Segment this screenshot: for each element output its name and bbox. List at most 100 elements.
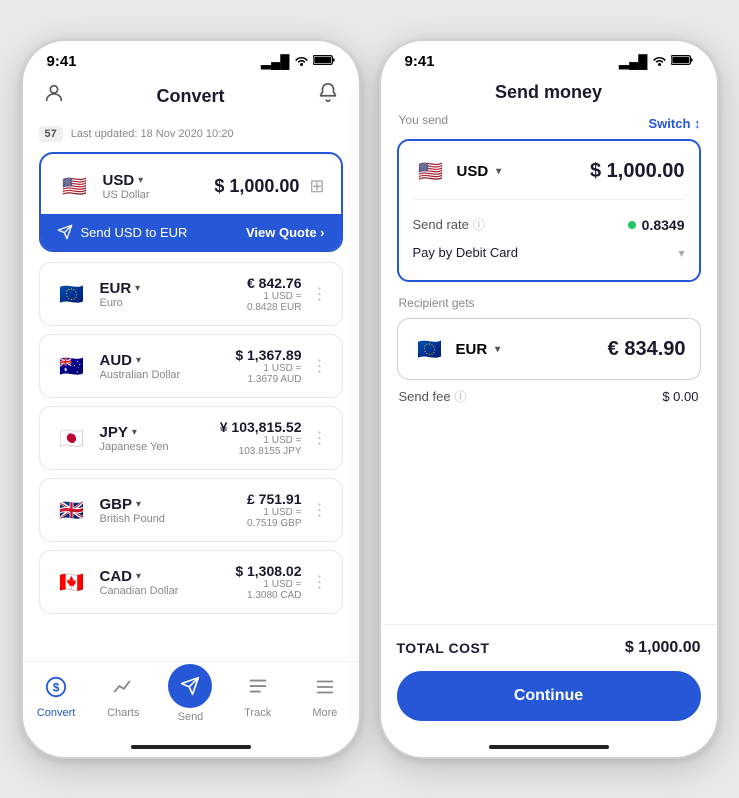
jpy-menu-icon[interactable]: ⋮ bbox=[312, 428, 328, 448]
recipient-currency-selector[interactable]: 🇪🇺 EUR ▾ bbox=[412, 331, 501, 367]
calculator-icon[interactable]: ⊞ bbox=[309, 176, 324, 197]
send-fee-value: $ 0.00 bbox=[662, 389, 698, 404]
view-quote-label[interactable]: View Quote › bbox=[246, 225, 325, 240]
cad-code: CAD bbox=[100, 568, 133, 585]
total-cost-label: TOTAL COST bbox=[397, 640, 490, 656]
recipient-currency-dropdown[interactable]: ▾ bbox=[495, 344, 500, 355]
cad-info: CAD ▾ Canadian Dollar bbox=[100, 568, 179, 597]
recipient-gets-label: Recipient gets bbox=[397, 296, 475, 310]
cad-amounts: $ 1,308.02 1 USD = 1.3080 CAD bbox=[235, 563, 301, 601]
gbp-right: £ 751.91 1 USD = 0.7519 GBP ⋮ bbox=[247, 491, 328, 529]
convert-nav-icon: $ bbox=[45, 676, 67, 704]
header-convert: Convert bbox=[23, 74, 359, 120]
screen-convert: Convert 57 Last updated: 18 Nov 2020 10:… bbox=[23, 74, 359, 757]
gbp-amounts: £ 751.91 1 USD = 0.7519 GBP bbox=[247, 491, 302, 529]
nav-item-track[interactable]: Track bbox=[233, 676, 283, 719]
main-currency-card[interactable]: 🇺🇸 USD ▾ US Dollar $ 1,000.00 bbox=[39, 152, 343, 252]
gbp-amount: £ 751.91 bbox=[247, 491, 302, 507]
send-rate-label: Send rate ⓘ bbox=[413, 216, 485, 233]
more-nav-label: More bbox=[312, 707, 337, 719]
eur-menu-icon[interactable]: ⋮ bbox=[312, 284, 328, 304]
home-bar-1 bbox=[131, 745, 251, 749]
nav-item-convert[interactable]: $ Convert bbox=[31, 676, 81, 719]
cad-menu-icon[interactable]: ⋮ bbox=[312, 572, 328, 592]
screen-send: Send money You send Switch ↕ bbox=[381, 74, 717, 757]
more-nav-icon bbox=[314, 676, 336, 704]
pay-method-chevron: ▾ bbox=[678, 246, 684, 260]
eur-amount: € 842.76 bbox=[247, 275, 302, 291]
jpy-code: JPY bbox=[100, 424, 128, 441]
home-indicator-2 bbox=[381, 737, 717, 757]
eur-rate: 1 USD = 0.8428 EUR bbox=[247, 291, 302, 313]
currency-item-gbp[interactable]: 🇬🇧 GBP ▾ British Pound £ bbox=[39, 478, 343, 542]
send-fee-row: Send fee ⓘ $ 0.00 bbox=[397, 380, 701, 413]
currency-item-jpy[interactable]: 🇯🇵 JPY ▾ Japanese Yen ¥ 1 bbox=[39, 406, 343, 470]
main-currency-left: 🇺🇸 USD ▾ US Dollar bbox=[57, 168, 150, 204]
currency-list: 🇪🇺 EUR ▾ Euro € 842.76 bbox=[39, 262, 343, 614]
send-rate-info-icon[interactable]: ⓘ bbox=[473, 216, 485, 233]
status-icons-1: ▂▄█ bbox=[261, 54, 334, 70]
aud-rate: 1 USD = 1.3679 AUD bbox=[235, 363, 301, 385]
profile-icon[interactable] bbox=[43, 82, 65, 110]
time-2: 9:41 bbox=[405, 53, 435, 70]
send-currency-dropdown[interactable]: ▾ bbox=[496, 166, 501, 177]
aud-right: $ 1,367.89 1 USD = 1.3679 AUD ⋮ bbox=[235, 347, 327, 385]
usd-dropdown-arrow[interactable]: ▾ bbox=[138, 175, 143, 186]
send-amount-row: 🇺🇸 USD ▾ $ 1,000.00 bbox=[413, 153, 685, 189]
home-indicator-1 bbox=[23, 737, 359, 757]
status-icons-2: ▂▄█ bbox=[619, 54, 692, 70]
cad-right: $ 1,308.02 1 USD = 1.3080 CAD ⋮ bbox=[235, 563, 327, 601]
usd-code: USD bbox=[103, 172, 135, 189]
jpy-amounts: ¥ 103,815.52 1 USD = 103.8155 JPY bbox=[220, 419, 302, 457]
cad-flag: 🇨🇦 bbox=[54, 564, 90, 600]
scene: 9:41 ▂▄█ Convert bbox=[1, 19, 739, 779]
gbp-menu-icon[interactable]: ⋮ bbox=[312, 500, 328, 520]
cad-left: 🇨🇦 CAD ▾ Canadian Dollar bbox=[54, 564, 179, 600]
bell-icon[interactable] bbox=[317, 82, 339, 110]
send-nav-label: Send bbox=[178, 711, 204, 723]
battery-icon-1 bbox=[313, 54, 335, 69]
switch-button[interactable]: Switch ↕ bbox=[648, 116, 700, 131]
jpy-flag: 🇯🇵 bbox=[54, 420, 90, 456]
wifi-icon-1 bbox=[294, 54, 309, 69]
send-currency-selector[interactable]: 🇺🇸 USD ▾ bbox=[413, 153, 502, 189]
aud-menu-icon[interactable]: ⋮ bbox=[312, 356, 328, 376]
send-amount-card: 🇺🇸 USD ▾ $ 1,000.00 Send rate ⓘ bbox=[397, 139, 701, 282]
continue-button[interactable]: Continue bbox=[397, 671, 701, 721]
currency-item-eur[interactable]: 🇪🇺 EUR ▾ Euro € 842.76 bbox=[39, 262, 343, 326]
send-rate-row: Send rate ⓘ 0.8349 bbox=[413, 210, 685, 239]
last-updated-text: Last updated: 18 Nov 2020 10:20 bbox=[71, 128, 234, 140]
currency-item-cad[interactable]: 🇨🇦 CAD ▾ Canadian Dollar bbox=[39, 550, 343, 614]
gbp-name: British Pound bbox=[100, 513, 165, 525]
nav-item-charts[interactable]: Charts bbox=[98, 676, 148, 719]
send-quote-bar[interactable]: Send USD to EUR View Quote › bbox=[41, 214, 341, 250]
pay-method-label: Pay by Debit Card bbox=[413, 245, 519, 260]
switch-label: Switch ↕ bbox=[648, 116, 700, 131]
green-dot-icon bbox=[628, 221, 636, 229]
signal-icon-1: ▂▄█ bbox=[261, 54, 289, 70]
header-title-send: Send money bbox=[423, 82, 675, 103]
send-nav-icon bbox=[168, 664, 212, 708]
usd-name: US Dollar bbox=[103, 189, 150, 201]
eur-name: Euro bbox=[100, 297, 141, 309]
jpy-name: Japanese Yen bbox=[100, 441, 169, 453]
jpy-rate: 1 USD = 103.8155 JPY bbox=[220, 435, 302, 457]
nav-item-more[interactable]: More bbox=[300, 676, 350, 719]
nav-item-send[interactable]: Send bbox=[165, 672, 215, 723]
send-fee-info-icon[interactable]: ⓘ bbox=[455, 388, 467, 405]
aud-left: 🇦🇺 AUD ▾ Australian Dollar bbox=[54, 348, 181, 384]
gbp-flag: 🇬🇧 bbox=[54, 492, 90, 528]
main-currency-row: 🇺🇸 USD ▾ US Dollar $ 1,000.00 bbox=[57, 168, 325, 204]
jpy-left: 🇯🇵 JPY ▾ Japanese Yen bbox=[54, 420, 169, 456]
wifi-icon-2 bbox=[652, 54, 667, 69]
convert-nav-label: Convert bbox=[37, 707, 76, 719]
usd-amount: $ 1,000.00 bbox=[214, 176, 299, 197]
currency-item-aud[interactable]: 🇦🇺 AUD ▾ Australian Dollar bbox=[39, 334, 343, 398]
svg-text:$: $ bbox=[53, 681, 60, 695]
content-send: You send Switch ↕ 🇺🇸 USD ▾ $ 1, bbox=[381, 113, 717, 624]
send-quote-left: Send USD to EUR bbox=[57, 224, 188, 240]
pay-method-row[interactable]: Pay by Debit Card ▾ bbox=[413, 239, 685, 268]
eur-left: 🇪🇺 EUR ▾ Euro bbox=[54, 276, 141, 312]
track-nav-label: Track bbox=[244, 707, 271, 719]
signal-icon-2: ▂▄█ bbox=[619, 54, 647, 70]
